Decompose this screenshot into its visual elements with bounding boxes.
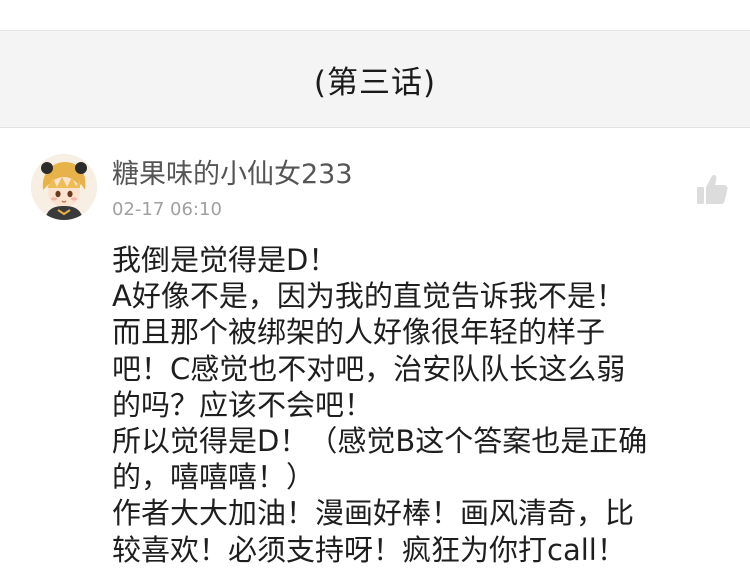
- comment-line: 所以觉得是D！（感觉B这个答案也是正确: [112, 424, 648, 459]
- like-button[interactable]: [694, 172, 730, 208]
- avatar[interactable]: [31, 154, 97, 220]
- comment-line: 吧！C感觉也不对吧，治安队队长这么弱: [112, 351, 626, 386]
- comment-body: 我倒是觉得是D！ A好像不是，因为我的直觉告诉我不是！ 而且那个被绑架的人好像很…: [112, 242, 742, 568]
- chapter-title-bar: (第三话): [0, 31, 750, 128]
- thumbs-up-icon: [697, 174, 728, 204]
- username[interactable]: 糖果味的小仙女233: [112, 152, 353, 191]
- chapter-title: (第三话): [313, 64, 437, 101]
- comment-line: 作者大大加油！漫画好棒！画风清奇，比: [112, 496, 635, 531]
- anime-avatar-icon: [31, 154, 97, 220]
- comment-timestamp: 02-17 06:10: [112, 199, 222, 220]
- comment-line: 我倒是觉得是D！: [112, 243, 338, 277]
- comment-line: 的，嘻嘻嘻！）: [112, 460, 316, 495]
- comment-line: 较喜欢！必须支持呀！疯狂为你打call！: [112, 532, 626, 567]
- comment-line: 的吗？应该不会吧！: [112, 387, 374, 422]
- comment-line: A好像不是，因为我的直觉告诉我不是！: [112, 279, 625, 314]
- top-strip: [0, 0, 750, 31]
- comment-line: 而且那个被绑架的人好像很年轻的样子: [112, 315, 606, 350]
- comment-card: 糖果味的小仙女233 02-17 06:10 我倒是觉得是D！ A好像不是，因为…: [0, 128, 750, 586]
